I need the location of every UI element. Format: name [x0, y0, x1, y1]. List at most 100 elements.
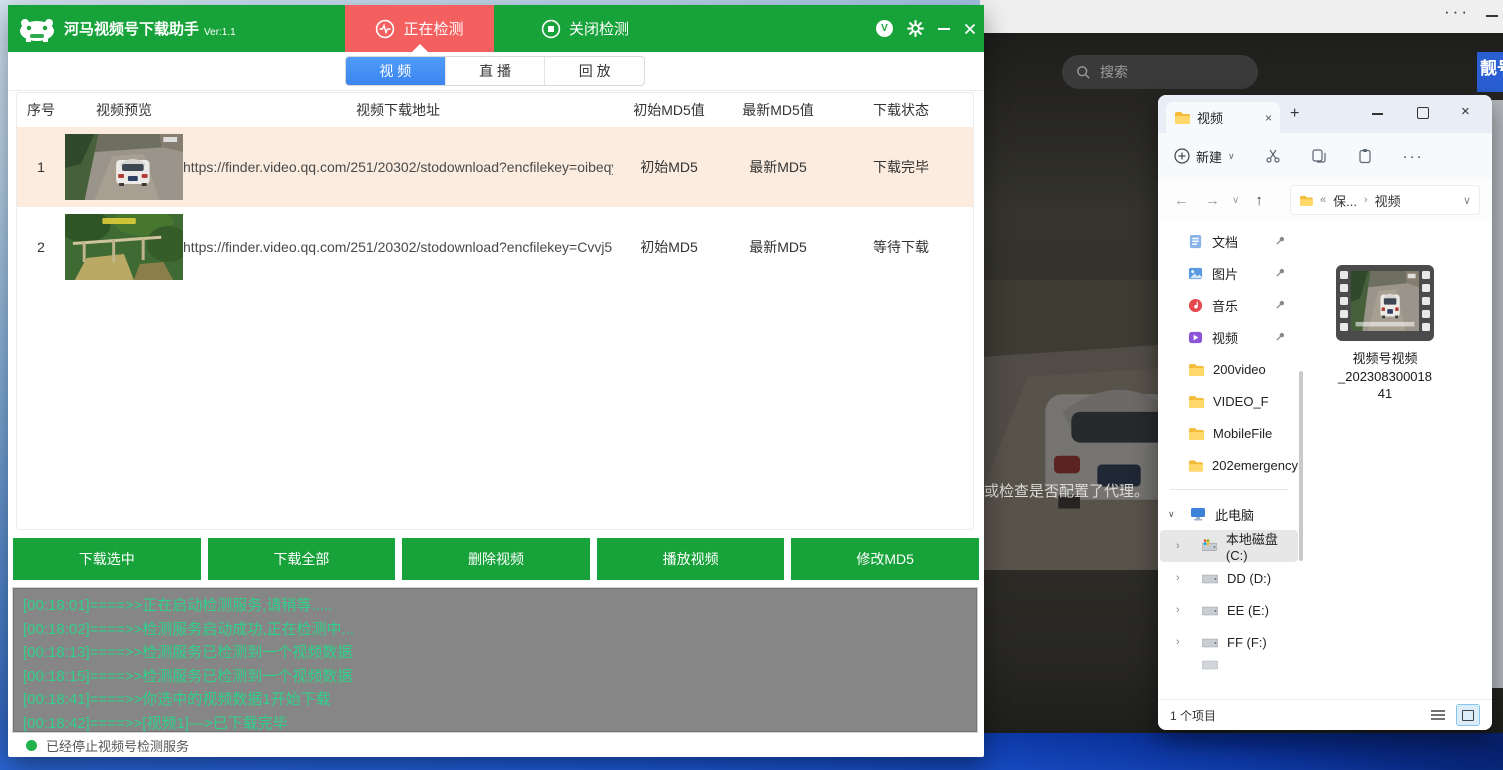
more-options-button[interactable]: ···	[1403, 148, 1424, 165]
row-md5-new: 最新MD5	[725, 157, 831, 177]
breadcrumb-root[interactable]: 保...	[1333, 191, 1357, 210]
background-dim-text: 没有搜	[980, 723, 1103, 733]
play-video-button[interactable]: 播放视频	[597, 538, 785, 580]
background-search-bar[interactable]: 搜索	[1062, 55, 1258, 89]
sidebar-label: 音乐	[1212, 296, 1238, 315]
new-tab-button[interactable]: +	[1290, 105, 1299, 123]
app-title: 河马视频号下载助手	[64, 18, 199, 39]
download-selected-button[interactable]: 下载选中	[13, 538, 201, 580]
plus-circle-icon	[1174, 148, 1190, 164]
scissors-icon	[1265, 148, 1281, 164]
sidebar-item-folder[interactable]: 202emergency	[1160, 449, 1298, 481]
film-thumbnail-icon	[1336, 265, 1434, 341]
sidebar-item-folder[interactable]: 200video	[1160, 353, 1298, 385]
table-row[interactable]: 2 https://finder.video.qq.com/251/20302/…	[17, 207, 973, 287]
row-md5-init: 初始MD5	[613, 157, 725, 177]
copy-button[interactable]	[1311, 148, 1327, 164]
download-all-button[interactable]: 下载全部	[208, 538, 396, 580]
minimize-icon[interactable]	[1486, 15, 1498, 17]
expander-closed-icon[interactable]: ›	[1176, 540, 1180, 552]
log-line: [00:18:13]====>>检测服务已检测到一个视频数据	[23, 641, 967, 665]
history-chevron-icon[interactable]: ∨	[1232, 195, 1239, 206]
log-panel: [00:18:01]====>>正在启动检测服务,请稍等..... [00:18…	[13, 588, 977, 732]
explorer-minimize-icon[interactable]	[1372, 113, 1383, 115]
gear-icon[interactable]	[907, 20, 924, 37]
paste-button[interactable]	[1357, 148, 1373, 164]
header-md5-new: 最新MD5值	[725, 100, 831, 120]
explorer-close-icon[interactable]: ×	[1461, 103, 1470, 120]
desktop: 或检查是否配置了代理。 没有搜 ··· 搜索 靓号 河马	[0, 0, 1503, 770]
breadcrumb-separator: ›	[1364, 194, 1368, 206]
up-icon[interactable]: ↑	[1255, 192, 1263, 209]
folder-icon	[1188, 363, 1204, 376]
tab-close-icon[interactable]: ×	[1265, 111, 1272, 125]
expander-open-icon[interactable]: ∨	[1168, 509, 1175, 520]
app-close-icon[interactable]	[964, 23, 976, 35]
tab-playback[interactable]: 回 放	[545, 57, 644, 85]
row-preview	[65, 134, 183, 200]
sidebar-item-pictures[interactable]: 图片	[1160, 257, 1298, 289]
video-file-tile[interactable]: 视频号视频 _202308300018 41	[1322, 265, 1448, 403]
folder-icon	[1299, 195, 1313, 206]
sidebar-item-drive-e[interactable]: › EE (E:)	[1160, 594, 1298, 626]
explorer-maximize-icon[interactable]	[1417, 107, 1429, 119]
breadcrumb-overflow-icon[interactable]: «	[1320, 194, 1326, 206]
explorer-tabbar: 视频 × + ×	[1158, 95, 1492, 133]
more-menu-icon[interactable]: ···	[1444, 2, 1470, 22]
sidebar-label: 200video	[1213, 362, 1266, 377]
pictures-icon	[1188, 266, 1203, 281]
address-dropdown-icon[interactable]: ∨	[1463, 194, 1471, 207]
status-text: 已经停止视频号检测服务	[46, 736, 189, 755]
tab-live[interactable]: 直 播	[446, 57, 546, 85]
thumbnail-view-icon[interactable]	[1456, 704, 1480, 726]
new-item-button[interactable]: 新建 ∨	[1174, 147, 1235, 166]
sidebar-item-music[interactable]: 音乐	[1160, 289, 1298, 321]
shield-v-icon[interactable]: V	[876, 20, 893, 37]
sidebar-item-folder[interactable]: MobileFile	[1160, 417, 1298, 449]
stop-icon	[541, 19, 561, 39]
row-index: 1	[17, 159, 65, 175]
sidebar-item-this-pc[interactable]: ∨ 此电脑	[1160, 498, 1298, 530]
cut-button[interactable]	[1265, 148, 1281, 164]
expander-closed-icon[interactable]: ›	[1176, 604, 1180, 616]
badge-liang: 靓号	[1477, 52, 1503, 92]
detecting-notch	[412, 44, 428, 52]
app-titlebar: 河马视频号下载助手 Ver:1.1 正在检测 关闭检测 V	[8, 5, 984, 52]
explorer-navbar: ← → ∨ ↑ « 保... › 视频 ∨	[1158, 179, 1492, 221]
app-minimize-icon[interactable]	[938, 28, 950, 30]
modify-md5-button[interactable]: 修改MD5	[791, 538, 979, 580]
sidebar-item-videos[interactable]: 视频	[1160, 321, 1298, 353]
status-dot	[26, 740, 37, 751]
forward-icon[interactable]: →	[1205, 192, 1220, 209]
search-placeholder: 搜索	[1100, 62, 1128, 82]
sidebar-item-drive-c[interactable]: › 本地磁盘 (C:)	[1160, 530, 1298, 562]
sidebar-item-drive-f[interactable]: › FF (F:)	[1160, 626, 1298, 658]
sidebar-label: MobileFile	[1213, 426, 1272, 441]
sidebar-item-folder[interactable]: VIDEO_F	[1160, 385, 1298, 417]
video-thumbnail-road-car	[65, 134, 183, 200]
app-statusbar: 已经停止视频号检测服务	[8, 734, 984, 757]
header-status: 下载状态	[831, 100, 971, 120]
clipboard-icon	[1357, 148, 1373, 164]
back-icon[interactable]: ←	[1174, 192, 1189, 209]
breadcrumb-current[interactable]: 视频	[1375, 191, 1401, 210]
sidebar-item-partial[interactable]	[1160, 658, 1298, 670]
address-bar[interactable]: « 保... › 视频 ∨	[1290, 185, 1480, 215]
expander-closed-icon[interactable]: ›	[1176, 636, 1180, 648]
sidebar-scrollbar[interactable]	[1299, 371, 1303, 561]
table-row[interactable]: 1 https://finder.video.qq.com/251/20302/…	[17, 127, 973, 207]
sidebar-item-documents[interactable]: 文档	[1160, 225, 1298, 257]
log-line: [00:18:02]====>>检测服务启动成功,正在检测中...	[23, 618, 967, 642]
sidebar-item-drive-d[interactable]: › DD (D:)	[1160, 562, 1298, 594]
expander-closed-icon[interactable]: ›	[1176, 572, 1180, 584]
row-index: 2	[17, 239, 65, 255]
row-url: https://finder.video.qq.com/251/20302/st…	[183, 239, 613, 255]
tab-video[interactable]: 视 频	[346, 57, 446, 85]
log-line: [00:18:41]====>>你选中的视频数据1开始下载	[23, 688, 967, 712]
delete-video-button[interactable]: 删除视频	[402, 538, 590, 580]
close-detect-button[interactable]: 关闭检测	[510, 5, 660, 52]
list-view-icon[interactable]	[1430, 708, 1446, 727]
explorer-tab[interactable]: 视频 ×	[1166, 102, 1280, 133]
sidebar-label: 本地磁盘 (C:)	[1226, 529, 1298, 563]
music-icon	[1188, 298, 1203, 313]
